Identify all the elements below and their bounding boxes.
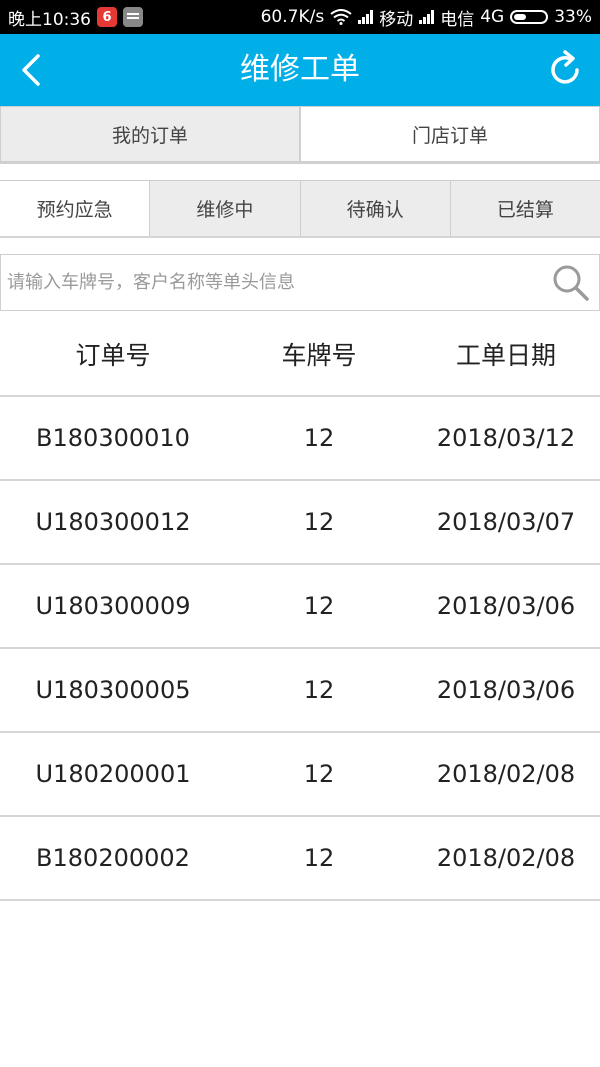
table-header: 订单号 车牌号 工单日期 bbox=[0, 312, 600, 397]
table-row[interactable]: U180200001 12 2018/02/08 bbox=[0, 733, 600, 817]
order-number-cell: B180300010 bbox=[36, 424, 190, 452]
status-tabs: 预约应急 维修中 待确认 已结算 bbox=[0, 180, 600, 238]
status-bar: 晚上10:36 6 60.7K/s 移动 电信 4G 33% bbox=[0, 0, 600, 34]
search-bar bbox=[0, 254, 600, 311]
network-speed: 60.7K/s bbox=[260, 7, 325, 27]
carrier-2: 电信 bbox=[440, 9, 475, 30]
order-date-cell: 2018/02/08 bbox=[436, 844, 576, 872]
plate-number-cell: 12 bbox=[303, 508, 335, 536]
plate-number-cell: 12 bbox=[303, 424, 335, 452]
orders-table: 订单号 车牌号 工单日期 B180300010 12 2018/03/12 U1803… bbox=[0, 312, 600, 901]
wifi-icon bbox=[330, 9, 352, 25]
plate-number-cell: 12 bbox=[303, 592, 335, 620]
signal-icon-2 bbox=[419, 10, 435, 24]
order-date-cell: 2018/03/06 bbox=[436, 592, 576, 620]
tab-appointment-emergency[interactable]: 预约应急 bbox=[0, 181, 151, 236]
search-input[interactable] bbox=[1, 255, 551, 310]
order-number-cell: B180200002 bbox=[36, 844, 190, 872]
order-number-cell: U180200001 bbox=[35, 760, 191, 788]
plate-number-cell: 12 bbox=[303, 844, 335, 872]
order-scope-tabs: 我的订单 门店订单 bbox=[0, 106, 600, 164]
app-notification-icon: 6 bbox=[97, 7, 117, 27]
network-type: 4G bbox=[480, 7, 505, 27]
refresh-icon[interactable] bbox=[548, 50, 584, 88]
table-row[interactable]: B180300010 12 2018/03/12 bbox=[0, 397, 600, 481]
column-header-order-no: 订单号 bbox=[75, 340, 151, 370]
table-row[interactable]: U180300009 12 2018/03/06 bbox=[0, 565, 600, 649]
plate-number-cell: 12 bbox=[303, 676, 335, 704]
order-date-cell: 2018/03/06 bbox=[436, 676, 576, 704]
table-row[interactable]: B180200002 12 2018/02/08 bbox=[0, 817, 600, 901]
chevron-left-icon[interactable] bbox=[14, 52, 50, 88]
status-time: 晚上10:36 bbox=[8, 9, 91, 30]
order-number-cell: U180300012 bbox=[35, 508, 191, 536]
battery-level: 33% bbox=[554, 7, 592, 27]
column-header-plate-no: 车牌号 bbox=[281, 340, 357, 370]
signal-icon-1 bbox=[358, 10, 374, 24]
plate-number-cell: 12 bbox=[303, 760, 335, 788]
tab-my-orders[interactable]: 我的订单 bbox=[0, 106, 300, 162]
table-row[interactable]: U180300005 12 2018/03/06 bbox=[0, 649, 600, 733]
message-notification-icon bbox=[123, 7, 143, 27]
tab-in-repair[interactable]: 维修中 bbox=[150, 181, 301, 236]
battery-icon bbox=[510, 10, 549, 24]
search-icon[interactable] bbox=[551, 263, 591, 303]
tab-store-orders[interactable]: 门店订单 bbox=[300, 106, 600, 162]
table-row[interactable]: U180300012 12 2018/03/07 bbox=[0, 481, 600, 565]
order-number-cell: U180300005 bbox=[35, 676, 191, 704]
order-date-cell: 2018/03/07 bbox=[436, 508, 576, 536]
app-header: 维修工单 bbox=[0, 34, 600, 106]
tab-settled[interactable]: 已结算 bbox=[450, 181, 600, 236]
column-header-order-date: 工单日期 bbox=[455, 340, 556, 370]
tab-pending-confirmation[interactable]: 待确认 bbox=[300, 181, 451, 236]
order-date-cell: 2018/02/08 bbox=[436, 760, 576, 788]
order-number-cell: U180300009 bbox=[35, 592, 191, 620]
order-date-cell: 2018/03/12 bbox=[436, 424, 576, 452]
carrier-1: 移动 bbox=[379, 9, 414, 30]
page-title: 维修工单 bbox=[240, 52, 360, 87]
